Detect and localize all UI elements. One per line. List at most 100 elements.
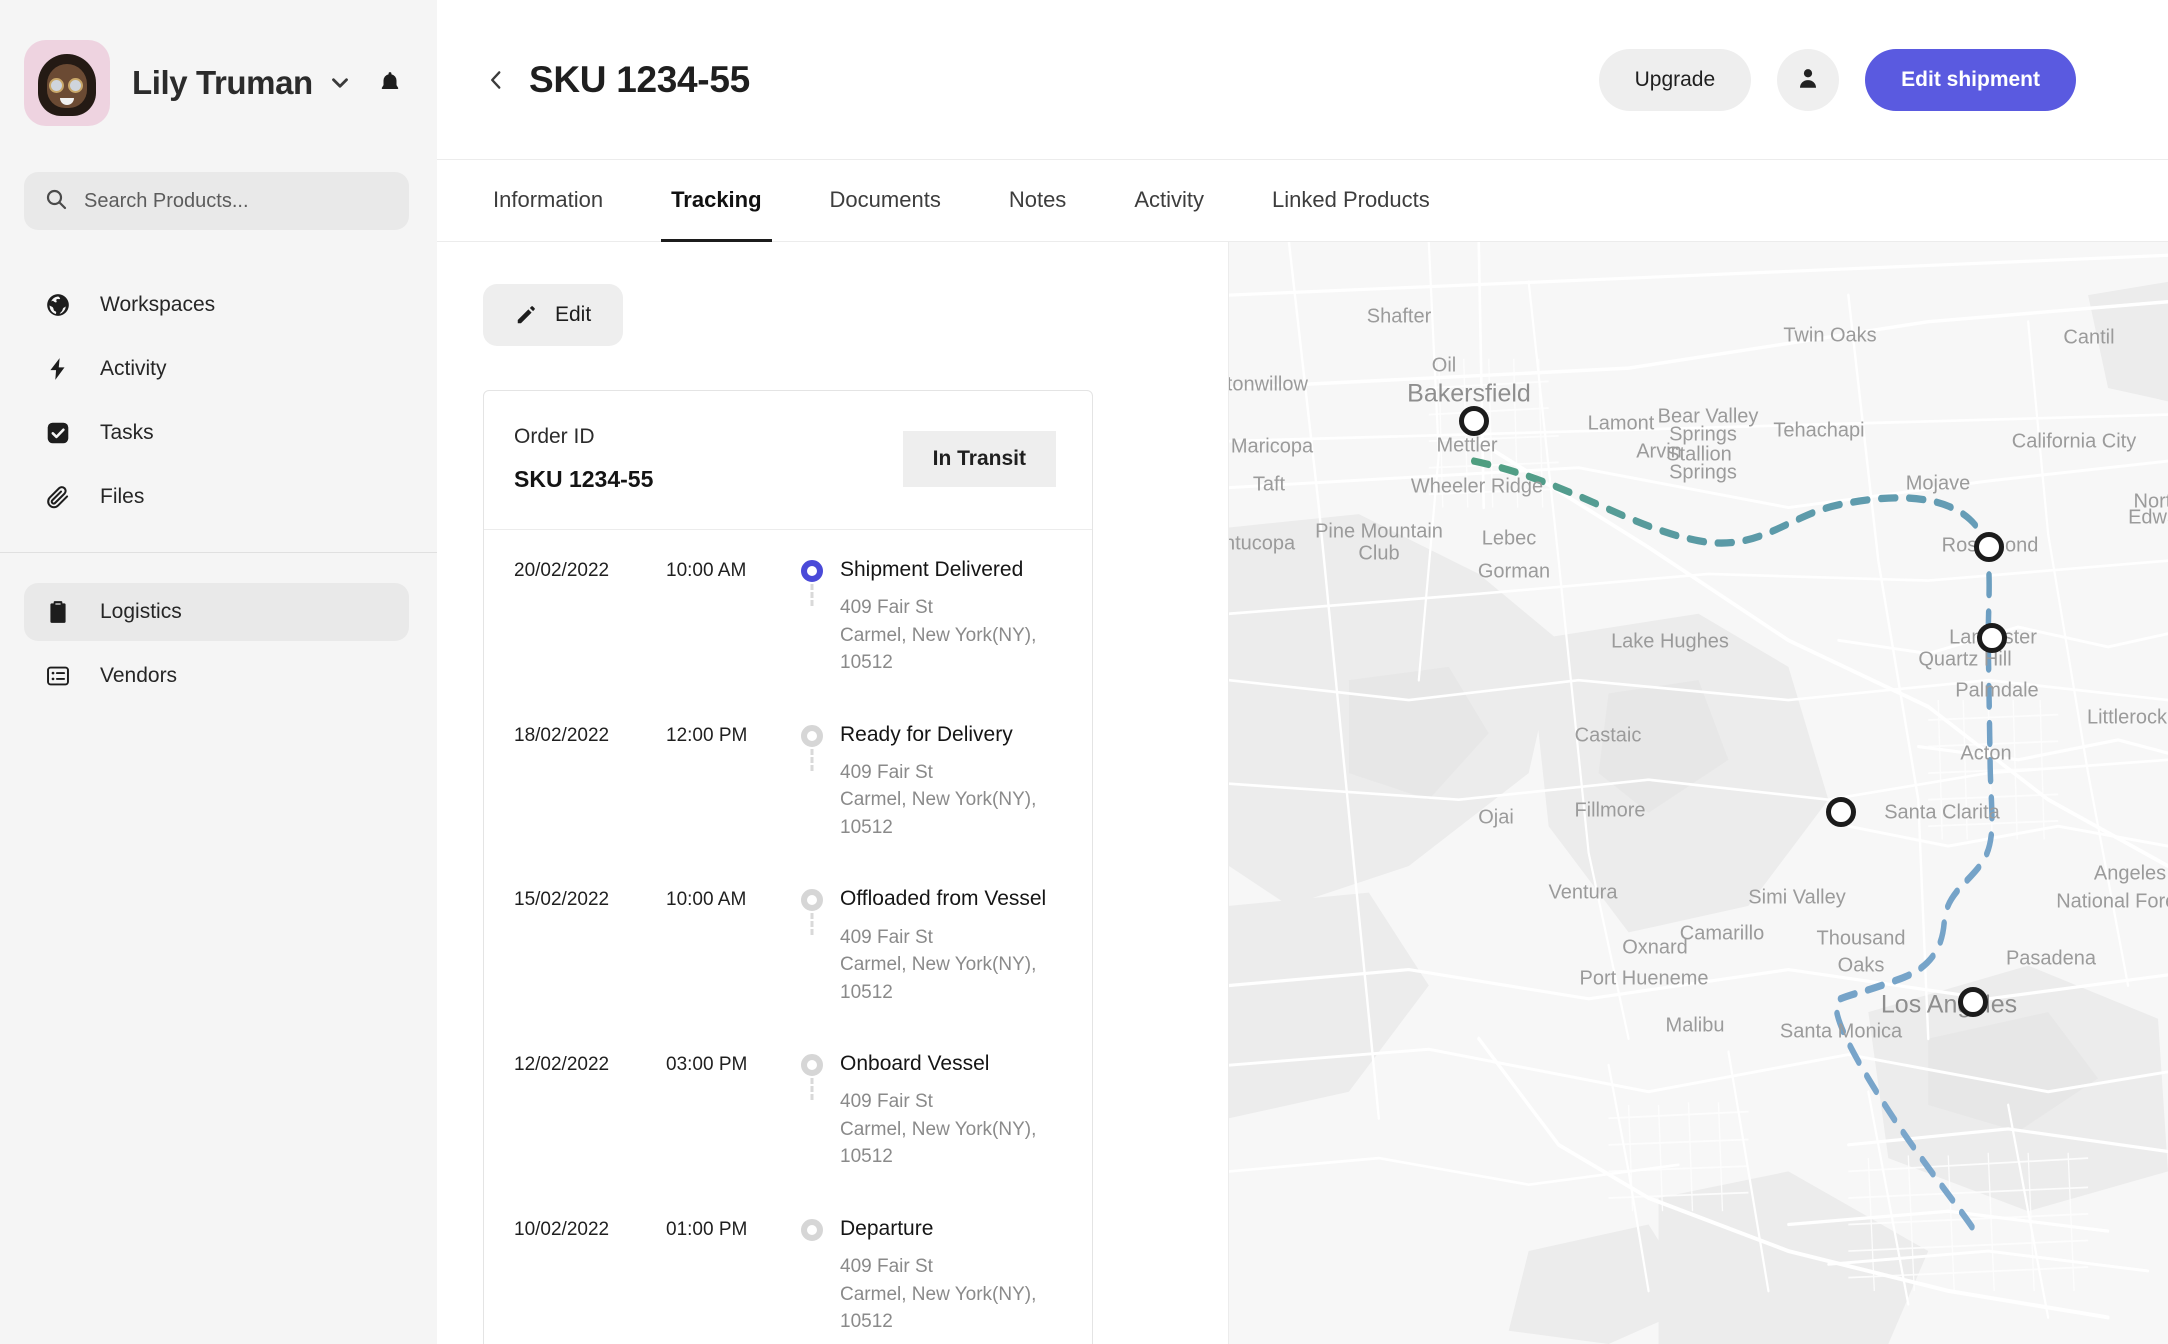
tab-documents[interactable]: Documents	[820, 161, 951, 242]
search-input[interactable]	[84, 190, 389, 213]
edit-button-label: Edit	[555, 303, 591, 327]
bell-icon[interactable]	[377, 70, 403, 96]
user-name: Lily Truman	[132, 64, 313, 102]
order-card: Order ID SKU 1234-55 In Transit 20/02/20…	[483, 390, 1093, 1344]
timeline-address-line2: Carmel, New York(NY), 10512	[840, 951, 1062, 1006]
timeline-marker	[784, 1217, 840, 1241]
tab-bar: Information Tracking Documents Notes Act…	[437, 160, 2168, 242]
tab-notes[interactable]: Notes	[999, 161, 1076, 242]
map-waypoint[interactable]	[1977, 623, 2007, 653]
sidebar-item-logistics[interactable]: Logistics	[24, 583, 409, 641]
paperclip-icon	[44, 483, 72, 511]
edit-button[interactable]: Edit	[483, 284, 623, 346]
shipment-map[interactable]: ShafterottonwillowOilBakersfieldLamontAr…	[1228, 242, 2168, 1344]
globe-icon	[44, 291, 72, 319]
order-card-header: Order ID SKU 1234-55 In Transit	[484, 391, 1092, 530]
timeline-address-line1: 409 Fair St	[840, 924, 1062, 952]
content-area: Edit Order ID SKU 1234-55 In Transit 20/…	[437, 242, 2168, 1344]
timeline-dot	[801, 889, 823, 911]
tab-information[interactable]: Information	[483, 161, 613, 242]
timeline-dot	[801, 725, 823, 747]
timeline-address: 409 Fair St Carmel, New York(NY), 10512	[840, 594, 1062, 677]
list-icon	[44, 662, 72, 690]
sidebar-item-label: Files	[100, 485, 144, 509]
timeline-time: 01:00 PM	[666, 1217, 784, 1241]
timeline-address-line2: Carmel, New York(NY), 10512	[840, 1116, 1062, 1171]
map-waypoint-destination	[1958, 987, 1988, 1017]
edit-shipment-button[interactable]: Edit shipment	[1865, 49, 2076, 111]
sidebar-item-workspaces[interactable]: Workspaces	[24, 276, 409, 334]
timeline-connector	[811, 584, 814, 606]
timeline-address-line2: Carmel, New York(NY), 10512	[840, 786, 1062, 841]
chevron-left-icon[interactable]	[483, 67, 509, 93]
timeline-address-line1: 409 Fair St	[840, 1088, 1062, 1116]
timeline-marker	[784, 558, 840, 582]
sidebar-user-header[interactable]: Lily Truman	[0, 0, 437, 130]
person-icon	[1795, 65, 1821, 94]
order-id-label: Order ID	[514, 425, 653, 449]
timeline-address-line2: Carmel, New York(NY), 10512	[840, 1281, 1062, 1336]
timeline-address-line1: 409 Fair St	[840, 594, 1062, 622]
sidebar-item-label: Workspaces	[100, 293, 215, 317]
tracking-pane: Edit Order ID SKU 1234-55 In Transit 20/…	[437, 242, 1228, 1344]
map-waypoint[interactable]	[1974, 532, 2004, 562]
timeline-title: Departure	[840, 1217, 1062, 1240]
timeline-body: Departure 409 Fair St Carmel, New York(N…	[840, 1217, 1062, 1342]
sidebar-nav: Workspaces Activity Tasks	[0, 276, 437, 711]
timeline-row: 15/02/2022 10:00 AM Offloaded from Vesse…	[514, 887, 1062, 1052]
timeline-row: 10/02/2022 01:00 PM Departure 409 Fair S…	[514, 1217, 1062, 1342]
timeline-address: 409 Fair St Carmel, New York(NY), 10512	[840, 1088, 1062, 1171]
timeline-dot	[801, 1054, 823, 1076]
profile-button[interactable]	[1777, 49, 1839, 111]
checkbox-icon	[44, 419, 72, 447]
timeline-connector	[811, 1078, 814, 1100]
sidebar-item-vendors[interactable]: Vendors	[24, 647, 409, 705]
order-id-value: SKU 1234-55	[514, 466, 653, 493]
sidebar-item-label: Vendors	[100, 664, 177, 688]
sidebar-divider	[0, 552, 437, 553]
timeline-date: 10/02/2022	[514, 1217, 666, 1241]
timeline-address: 409 Fair St Carmel, New York(NY), 10512	[840, 759, 1062, 842]
timeline-date: 20/02/2022	[514, 558, 666, 582]
upgrade-button[interactable]: Upgrade	[1599, 49, 1752, 111]
timeline-dot-active	[801, 560, 823, 582]
timeline-time: 12:00 PM	[666, 723, 784, 747]
sidebar-item-label: Logistics	[100, 600, 182, 624]
timeline-body: Offloaded from Vessel 409 Fair St Carmel…	[840, 887, 1062, 1052]
tab-activity[interactable]: Activity	[1124, 161, 1214, 242]
sidebar-item-tasks[interactable]: Tasks	[24, 404, 409, 462]
timeline-marker	[784, 723, 840, 747]
map-canvas	[1229, 242, 2168, 1344]
timeline-address-line1: 409 Fair St	[840, 759, 1062, 787]
sidebar-item-activity[interactable]: Activity	[24, 340, 409, 398]
pencil-icon	[515, 304, 537, 326]
timeline-marker	[784, 1052, 840, 1076]
chevron-down-icon[interactable]	[327, 70, 353, 96]
top-actions: Upgrade Edit shipment	[1599, 49, 2076, 111]
sidebar-group-primary: Workspaces Activity Tasks	[0, 276, 437, 526]
timeline-row: 18/02/2022 12:00 PM Ready for Delivery 4…	[514, 723, 1062, 888]
map-waypoint[interactable]	[1826, 797, 1856, 827]
app-root: Lily Truman Workspaces	[0, 0, 2168, 1344]
timeline-address-line2: Carmel, New York(NY), 10512	[840, 622, 1062, 677]
search-input-wrapper[interactable]	[24, 172, 409, 230]
timeline-body: Shipment Delivered 409 Fair St Carmel, N…	[840, 558, 1062, 723]
timeline-dot	[801, 1219, 823, 1241]
tab-linked-products[interactable]: Linked Products	[1262, 161, 1440, 242]
search-icon	[44, 187, 68, 216]
page-title: SKU 1234-55	[529, 59, 750, 101]
timeline-title: Ready for Delivery	[840, 723, 1062, 746]
timeline-time: 03:00 PM	[666, 1052, 784, 1076]
avatar	[24, 40, 110, 126]
top-bar: SKU 1234-55 Upgrade Edit shipment	[437, 0, 2168, 160]
timeline-row: 12/02/2022 03:00 PM Onboard Vessel 409 F…	[514, 1052, 1062, 1217]
tab-tracking[interactable]: Tracking	[661, 161, 771, 242]
timeline-time: 10:00 AM	[666, 558, 784, 582]
timeline-body: Ready for Delivery 409 Fair St Carmel, N…	[840, 723, 1062, 888]
timeline-date: 12/02/2022	[514, 1052, 666, 1076]
timeline-title: Onboard Vessel	[840, 1052, 1062, 1075]
timeline-title: Offloaded from Vessel	[840, 887, 1062, 910]
sidebar-item-files[interactable]: Files	[24, 468, 409, 526]
timeline-address-line1: 409 Fair St	[840, 1253, 1062, 1281]
status-badge: In Transit	[903, 431, 1056, 487]
